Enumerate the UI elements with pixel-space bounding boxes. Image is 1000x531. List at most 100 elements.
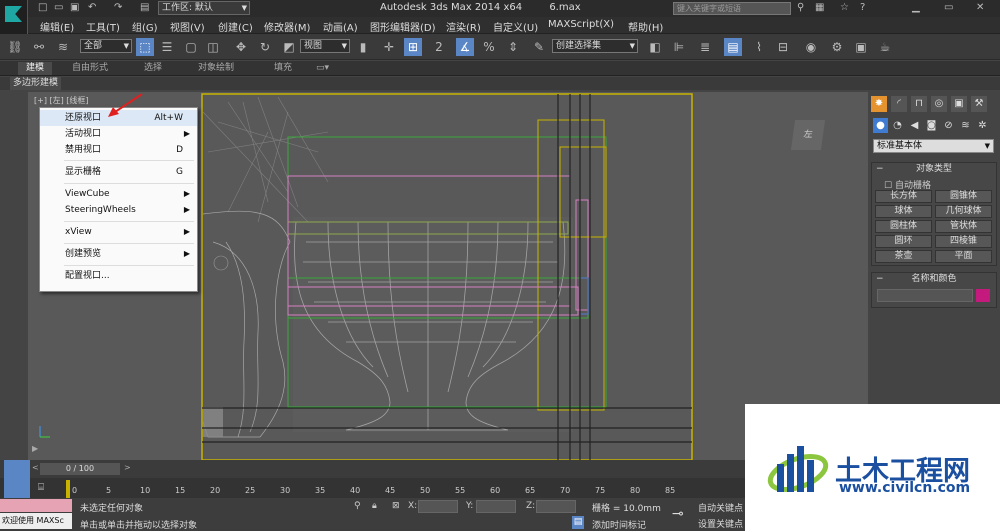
teapot-button[interactable]: 茶壶 — [875, 250, 932, 263]
pivot-center-icon[interactable]: ▮ — [354, 38, 372, 56]
menu-item-xview[interactable]: xView ▶ — [40, 224, 197, 240]
time-tag-icon[interactable]: ▤ — [572, 516, 584, 529]
cone-button[interactable]: 圆锥体 — [935, 190, 992, 203]
project-folder-icon[interactable]: ▤ — [140, 1, 149, 15]
space-warps-icon[interactable]: ≋ — [958, 118, 973, 133]
menu-group[interactable]: 组(G) — [132, 19, 158, 34]
menu-edit[interactable]: 编辑(E) — [40, 19, 74, 34]
keyboard-shortcut-override-icon[interactable]: ⊞ — [404, 38, 422, 56]
menu-customize[interactable]: 自定义(U) — [493, 19, 538, 34]
mini-curve-editor-icon[interactable] — [4, 478, 30, 498]
window-crossing-icon[interactable]: ◫ — [204, 38, 222, 56]
shapes-icon[interactable]: ◔ — [890, 118, 905, 133]
workspace-dropdown[interactable]: 工作区: 默认 — [158, 1, 250, 15]
new-file-icon[interactable]: □ — [38, 1, 47, 15]
time-slider[interactable]: 0 / 100 — [40, 463, 120, 475]
lights-icon[interactable]: ◀ — [907, 118, 922, 133]
subscription-icon[interactable]: ▦ — [815, 1, 824, 15]
menu-help[interactable]: 帮助(H) — [628, 19, 663, 34]
curve-toggle-icon[interactable]: ⌸ — [38, 482, 44, 493]
menu-create[interactable]: 创建(C) — [218, 19, 253, 34]
y-coordinate-input[interactable] — [476, 500, 516, 513]
x-coordinate-input[interactable] — [418, 500, 458, 513]
maximize-icon[interactable]: ▭ — [944, 1, 953, 15]
box-button[interactable]: 长方体 — [875, 190, 932, 203]
menu-views[interactable]: 视图(V) — [170, 19, 205, 34]
tab-selection[interactable]: 选择 — [136, 62, 170, 75]
schematic-view-icon[interactable]: ⊟ — [774, 38, 792, 56]
geometry-category-dropdown[interactable]: 标准基本体 — [873, 139, 994, 153]
scale-icon[interactable]: ◩ — [280, 38, 298, 56]
torus-button[interactable]: 圆环 — [875, 235, 932, 248]
redo-icon[interactable]: ↷ — [114, 1, 122, 15]
angle-snap-icon[interactable]: ∡ — [456, 38, 474, 56]
menu-graph-editors[interactable]: 图形编辑器(D) — [370, 19, 436, 34]
menu-tools[interactable]: 工具(T) — [86, 19, 120, 34]
name-color-title[interactable]: 名称和颜色 — [872, 273, 996, 285]
menu-maxscript[interactable]: MAXScript(X) — [548, 19, 614, 30]
cameras-icon[interactable]: ◙ — [924, 118, 939, 133]
layer-manager-icon[interactable]: ≣ — [696, 38, 714, 56]
sphere-button[interactable]: 球体 — [875, 205, 932, 218]
menu-item-steeringwheels[interactable]: SteeringWheels ▶ — [40, 202, 197, 218]
unlink-icon[interactable]: ⚯ — [30, 38, 48, 56]
menu-modifiers[interactable]: 修改器(M) — [264, 19, 310, 34]
menu-item-configure-viewports[interactable]: 配置视口... — [40, 268, 197, 284]
undo-icon[interactable]: ↶ — [88, 1, 96, 15]
systems-icon[interactable]: ✲ — [975, 118, 990, 133]
z-coordinate-input[interactable] — [536, 500, 576, 513]
open-file-icon[interactable]: ▭ — [54, 1, 63, 15]
close-icon[interactable]: ✕ — [976, 1, 984, 15]
favorites-icon[interactable]: ☆ — [840, 1, 849, 15]
tab-populate[interactable]: 填充 — [266, 62, 300, 75]
percent-snap-icon[interactable]: % — [480, 38, 498, 56]
material-editor-icon[interactable]: ◉ — [802, 38, 820, 56]
menu-rendering[interactable]: 渲染(R) — [446, 19, 481, 34]
viewport-label[interactable]: [+] [左] [线框] — [34, 95, 89, 106]
select-manipulate-icon[interactable]: ✛ — [380, 38, 398, 56]
display-tab-icon[interactable]: ▣ — [951, 96, 967, 112]
render-setup-icon[interactable]: ⚙ — [828, 38, 846, 56]
search-input[interactable]: 键入关键字或短语 — [673, 2, 791, 15]
help-icon[interactable]: ? — [860, 1, 865, 15]
isolate-icon[interactable]: ⚲ — [354, 500, 361, 513]
create-tab-icon[interactable]: ✸ — [871, 96, 887, 112]
selection-filter-dropdown[interactable]: 全部 — [80, 39, 132, 53]
hierarchy-tab-icon[interactable]: ⊓ — [911, 96, 927, 112]
align-icon[interactable]: ⊫ — [670, 38, 688, 56]
bind-space-warp-icon[interactable]: ≋ — [54, 38, 72, 56]
menu-item-viewcube[interactable]: ViewCube ▶ — [40, 186, 197, 202]
geometry-icon[interactable]: ● — [873, 118, 888, 133]
modify-tab-icon[interactable]: ◜ — [891, 96, 907, 112]
tab-object-paint[interactable]: 对象绘制 — [190, 62, 242, 75]
lock-selection-icon[interactable]: 🔒︎ — [372, 500, 377, 513]
save-file-icon[interactable]: ▣ — [70, 1, 79, 15]
pyramid-button[interactable]: 四棱锥 — [935, 235, 992, 248]
rendered-frame-icon[interactable]: ▣ — [852, 38, 870, 56]
select-by-name-icon[interactable]: ☰ — [158, 38, 176, 56]
menu-item-show-grid[interactable]: 显示栅格 G — [40, 164, 197, 180]
object-name-input[interactable] — [877, 289, 973, 302]
rotate-icon[interactable]: ↻ — [256, 38, 274, 56]
snaps-toggle-icon[interactable]: 2 — [430, 38, 448, 56]
plane-button[interactable]: 平面 — [935, 250, 992, 263]
time-prev-icon[interactable]: < — [32, 463, 39, 472]
helpers-icon[interactable]: ⊘ — [941, 118, 956, 133]
object-color-swatch[interactable] — [976, 289, 990, 302]
rectangular-selection-icon[interactable]: ▢ — [182, 38, 200, 56]
tab-freeform[interactable]: 自由形式 — [64, 62, 116, 75]
select-object-icon[interactable]: ⬚ — [136, 38, 154, 56]
render-teapot-icon[interactable]: ☕ — [876, 38, 894, 56]
menu-item-create-preview[interactable]: 创建预览 ▶ — [40, 246, 197, 262]
expand-panel-icon[interactable]: ▶ — [32, 444, 38, 453]
minimize-icon[interactable]: ▁ — [912, 1, 920, 15]
add-time-tag[interactable]: 添加时间标记 — [592, 518, 646, 531]
maxscript-input[interactable]: 欢迎使用 MAXSc — [0, 513, 72, 529]
track-view-toggle[interactable] — [4, 460, 30, 478]
graphite-toggle-icon[interactable]: ▤ — [724, 38, 742, 56]
reference-coordinate-dropdown[interactable]: 视图 — [300, 39, 350, 53]
app-logo-button[interactable] — [0, 0, 28, 34]
maxscript-listener-mini[interactable] — [0, 499, 72, 512]
time-next-icon[interactable]: > — [124, 463, 131, 472]
viewcube[interactable]: 左 — [790, 120, 826, 150]
